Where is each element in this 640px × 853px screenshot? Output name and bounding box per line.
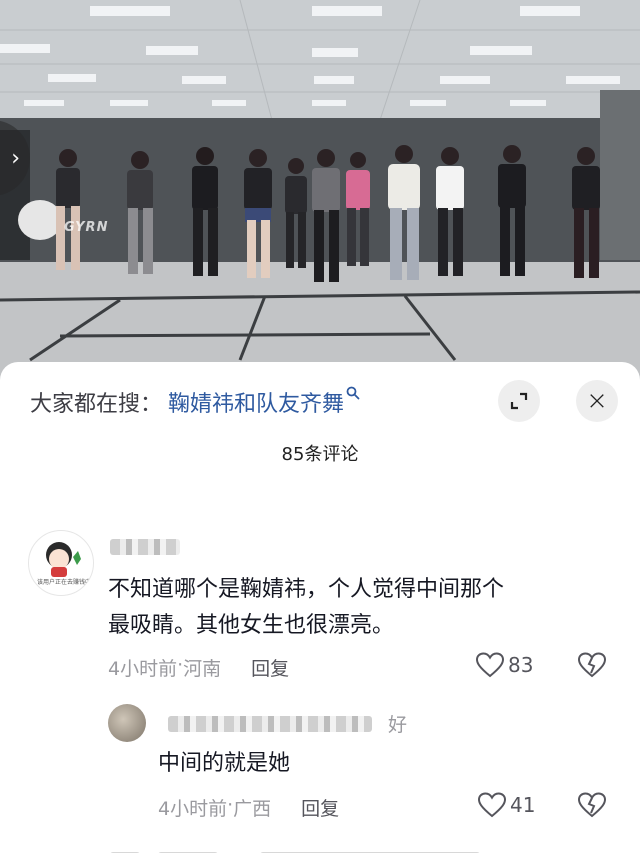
trending-search[interactable]: 大家都在搜： 鞠婧祎和队友齐舞 [30, 382, 360, 422]
search-term-link[interactable]: 鞠婧祎和队友齐舞 [168, 386, 344, 418]
avatar[interactable]: 该用户正在去赚钱中 [28, 530, 94, 596]
broken-heart-icon [577, 792, 607, 818]
username-redacted[interactable] [168, 716, 372, 732]
reply-button[interactable]: 回复 [301, 794, 339, 821]
close-button[interactable]: × [576, 380, 618, 422]
search-prefix: 大家都在搜： [30, 392, 163, 417]
expand-button[interactable] [498, 380, 540, 422]
like-count: 83 [508, 653, 534, 677]
dislike-button[interactable] [577, 652, 607, 682]
heart-icon [476, 652, 504, 678]
close-icon: × [586, 386, 608, 416]
like-button[interactable]: 41 [478, 792, 535, 818]
avatar[interactable] [108, 704, 146, 742]
comment-count: 85条评论 [281, 444, 359, 465]
avatar-caption: 该用户正在去赚钱中 [37, 579, 92, 586]
search-icon[interactable] [346, 386, 360, 404]
video-frame [0, 0, 640, 380]
username-tail: 好 [388, 714, 408, 736]
comment-time: 4小时前 [108, 658, 178, 680]
heart-icon [478, 792, 506, 818]
video-player[interactable]: › GYRN [0, 0, 640, 380]
comment-text-line1: 不知道哪个是鞠婧祎，个人觉得中间那个 [108, 577, 505, 602]
comment-location: 广西 [233, 798, 272, 820]
comment-text-line2: 最吸睛。其他女生也很漂亮。 [108, 613, 395, 638]
username-redacted[interactable] [110, 539, 180, 555]
like-count: 41 [510, 793, 536, 817]
expand-icon [510, 392, 528, 410]
comment-sheet: 大家都在搜： 鞠婧祎和队友齐舞 × 85条评论 该用户正在去赚钱中 不知道哪个是… [0, 362, 640, 853]
comment-location: 河南 [183, 658, 222, 680]
comment-time: 4小时前 [158, 798, 228, 820]
video-watermark: GYRN [64, 220, 109, 235]
like-button[interactable]: 83 [476, 652, 533, 678]
dislike-button[interactable] [577, 792, 607, 822]
next-comment-peek [110, 846, 630, 853]
comment-meta: 4小时前 · 广西 回复 [158, 794, 339, 821]
reply-button[interactable]: 回复 [251, 654, 289, 681]
comment-meta: 4小时前 · 河南 回复 [108, 654, 289, 681]
broken-heart-icon [577, 652, 607, 678]
comment-text: 中间的就是她 [158, 751, 291, 776]
